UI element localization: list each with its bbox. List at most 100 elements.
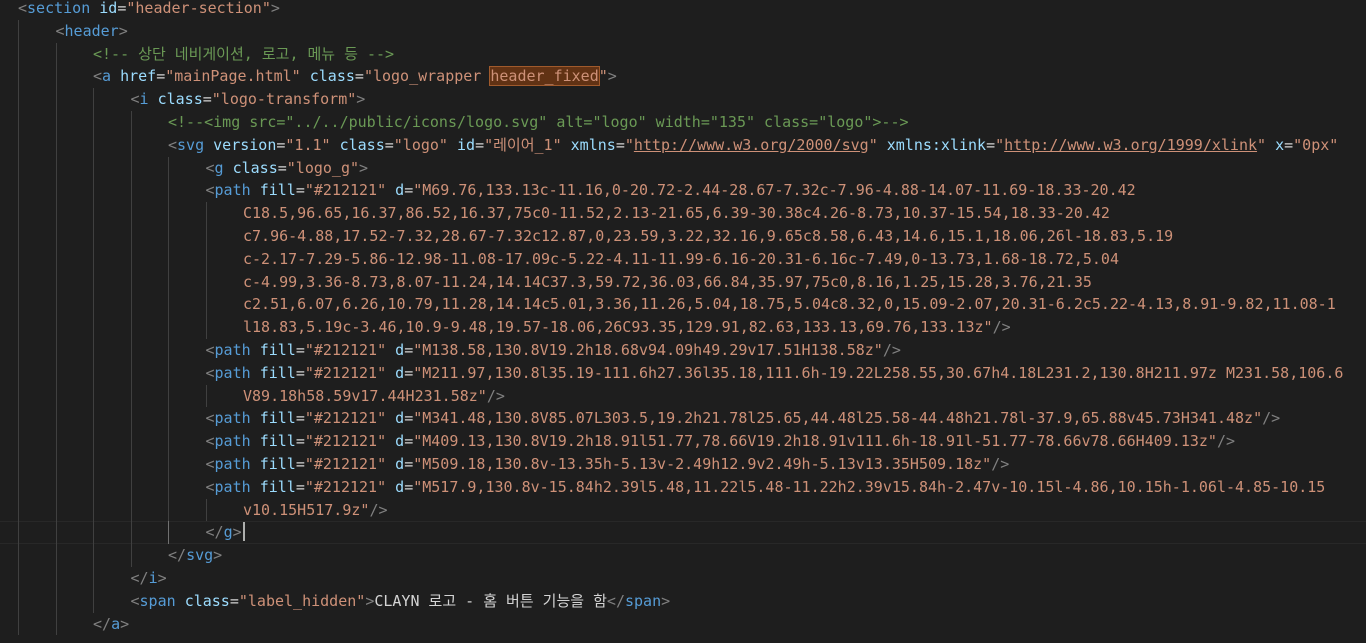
code-token: g	[223, 523, 233, 542]
code-token: "레이어_1"	[484, 135, 562, 154]
indent-guide	[18, 407, 19, 431]
code-text: c-2.17-7.29-5.86-12.98-11.08-17.09c-5.22…	[243, 248, 1119, 271]
indent-guide	[130, 544, 132, 567]
code-token: <!--<img src="../../public/icons/logo.sv…	[168, 112, 909, 131]
indent-guide	[168, 521, 169, 545]
code-token: "	[995, 135, 1005, 154]
indent-guide	[168, 270, 169, 294]
indent-guide	[55, 430, 57, 453]
indent-guide	[93, 430, 94, 453]
code-line[interactable]: <i class="logo-transform">	[0, 88, 1366, 111]
code-token: d	[395, 432, 405, 451]
code-line[interactable]: <path fill="#212121" d="M517.9,130.8v-15…	[0, 475, 1366, 499]
code-line[interactable]: <path fill="#212121" d="M69.76,133.13c-1…	[0, 179, 1366, 203]
code-line[interactable]: c7.96-4.88,17.52-7.32,28.67-7.32c12.87,0…	[0, 224, 1366, 248]
code-line[interactable]: <path fill="#212121" d="M138.58,130.8V19…	[0, 338, 1366, 362]
code-editor[interactable]: <section id="header-section"> <header> <!-…	[0, 0, 1366, 643]
code-line[interactable]: <path fill="#212121" d="M509.18,130.8v-1…	[0, 452, 1366, 476]
indent-guide	[55, 544, 57, 567]
code-token: "M509.18,130.8v-13.35h-5.13v-2.49h12.9v2…	[413, 454, 992, 473]
text-cursor	[242, 522, 245, 542]
code-line[interactable]: <!-- 상단 네비게이션, 로고, 메뉴 등 -->	[0, 42, 1366, 66]
code-token: >	[120, 614, 130, 633]
indent-guide	[55, 407, 57, 431]
indent-guide	[55, 202, 57, 225]
code-token: "M138.58,130.8V19.2h18.68v94.09h49.29v17…	[413, 340, 883, 359]
code-token: />	[1262, 409, 1281, 428]
indent-guide	[18, 19, 19, 43]
indent-guide	[168, 247, 169, 271]
code-token: <	[55, 21, 65, 40]
code-line[interactable]: </i>	[0, 566, 1366, 590]
code-line[interactable]: <span class="label_hidden">CLAYN 로고 - 홈 …	[0, 589, 1366, 613]
code-text: l18.83,5.19c-3.46,10.9-9.48,19.57-18.06,…	[243, 316, 1011, 339]
indent-guide	[55, 498, 57, 522]
code-token: "	[1257, 135, 1267, 154]
indent-guide	[18, 452, 19, 476]
code-line[interactable]: <svg version="1.1" class="logo" id="레이어_…	[0, 133, 1366, 157]
code-line[interactable]: <section id="header-section">	[0, 0, 1366, 20]
code-token: <	[205, 363, 215, 382]
code-token: "M409.13,130.8V19.2h18.91l51.77,78.66V19…	[413, 432, 1217, 451]
code-token: "#212121"	[304, 477, 387, 496]
indent-guide	[205, 270, 207, 294]
indent-guide	[205, 202, 207, 225]
code-line[interactable]: C18.5,96.65,16.37,86.52,16.37,75c0-11.52…	[0, 202, 1366, 225]
code-line[interactable]: <header>	[0, 19, 1366, 43]
code-text: </g>	[206, 521, 245, 544]
code-token: path	[214, 181, 251, 200]
code-line[interactable]: <g class="logo_g">	[0, 156, 1366, 180]
indent-guide	[93, 293, 94, 317]
indent-guide	[130, 498, 132, 522]
indent-guide	[18, 156, 19, 180]
indent-guide	[205, 224, 207, 248]
code-line[interactable]: c-2.17-7.29-5.86-12.98-11.08-17.09c-5.22…	[0, 247, 1366, 271]
code-line[interactable]: <path fill="#212121" d="M409.13,130.8V19…	[0, 430, 1366, 453]
indent-guide	[55, 247, 57, 271]
code-line[interactable]: </svg>	[0, 544, 1366, 567]
indent-guide	[55, 384, 57, 408]
code-token: >	[607, 67, 617, 86]
indent-guide	[55, 589, 57, 613]
code-token: />	[991, 454, 1010, 473]
code-text: <a href="mainPage.html" class="logo_wrap…	[93, 65, 617, 88]
indent-guide	[130, 293, 132, 317]
code-token: =	[615, 135, 625, 154]
indent-guide	[168, 179, 169, 203]
code-line[interactable]: <path fill="#212121" d="M341.48,130.8V85…	[0, 407, 1366, 431]
code-token: path	[214, 432, 251, 451]
code-token: />	[992, 318, 1011, 337]
code-token: =	[475, 135, 485, 154]
indent-guide	[93, 270, 94, 294]
code-token: header	[64, 21, 119, 40]
code-line[interactable]: </a>	[0, 612, 1366, 636]
indent-guide	[130, 156, 132, 180]
code-token: fill	[259, 454, 296, 473]
code-line[interactable]: <path fill="#212121" d="M211.97,130.8l35…	[0, 361, 1366, 385]
code-token: header_fixed	[489, 66, 600, 87]
code-text: <section id="header-section">	[18, 0, 280, 20]
code-line[interactable]: c2.51,6.07,6.26,10.79,11.28,14.14c5.01,3…	[0, 293, 1366, 317]
code-line[interactable]: <a href="mainPage.html" class="logo_wrap…	[0, 65, 1366, 89]
indent-guide	[93, 589, 94, 613]
code-line[interactable]: l18.83,5.19c-3.46,10.9-9.48,19.57-18.06,…	[0, 316, 1366, 339]
code-line[interactable]: v10.15H517.9z"/>	[0, 498, 1366, 522]
indent-guide	[168, 338, 169, 362]
code-line[interactable]: </g>	[0, 521, 1366, 545]
indent-guide	[93, 384, 94, 408]
indent-guide	[93, 179, 94, 203]
indent-guide	[130, 133, 132, 157]
indent-guide	[55, 42, 57, 66]
code-line[interactable]: c-4.99,3.36-8.73,8.07-11.24,14.14C37.3,5…	[0, 270, 1366, 294]
indent-guide	[18, 247, 19, 271]
code-line[interactable]: V89.18h58.59v17.44H231.58z"/>	[0, 384, 1366, 408]
indent-guide	[55, 224, 57, 248]
code-line[interactable]: <!--<img src="../../public/icons/logo.sv…	[0, 110, 1366, 134]
indent-guide	[93, 361, 94, 385]
